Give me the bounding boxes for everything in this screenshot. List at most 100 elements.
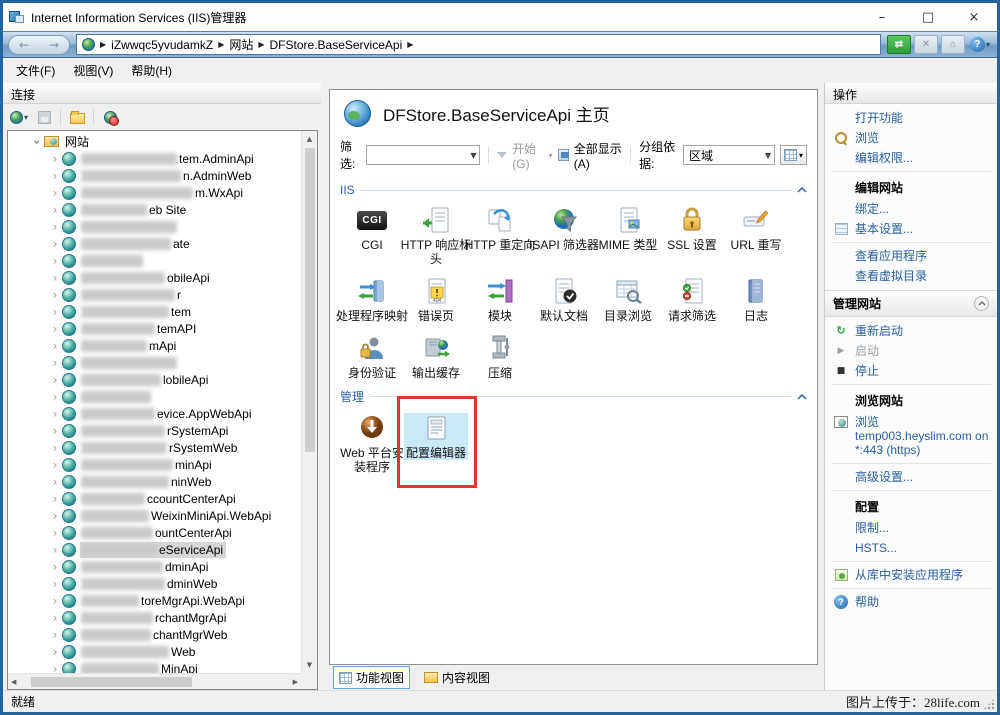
tree-item-label[interactable]: obileApi xyxy=(80,270,213,286)
chevron-collapsed-icon[interactable]: › xyxy=(50,322,60,336)
chevron-collapsed-icon[interactable]: › xyxy=(50,169,60,183)
tree-row[interactable]: › rSystemWeb xyxy=(8,439,301,456)
chevron-collapsed-icon[interactable]: › xyxy=(50,441,60,455)
tree-row[interactable]: › lobileApi xyxy=(8,371,301,388)
chevron-collapsed-icon[interactable]: › xyxy=(50,220,60,234)
delete-connection-icon[interactable] xyxy=(99,107,121,127)
feature-modules[interactable]: 模块 xyxy=(468,276,532,323)
tree-vertical-scrollbar[interactable]: ▲ ▼ xyxy=(301,131,317,673)
tree-root-websites[interactable]: ›网站 xyxy=(8,133,301,150)
tree-row[interactable]: ›ccountCenterApi xyxy=(8,490,301,507)
menu-item-1[interactable]: 视图(V) xyxy=(64,59,122,82)
feature-http-response-headers[interactable]: HTTP 响应标头 xyxy=(404,205,468,266)
action-link[interactable]: 打开功能 xyxy=(825,108,997,128)
collapse-group-icon[interactable] xyxy=(797,187,807,193)
feature-url-rewrite[interactable]: URL 重写 xyxy=(724,205,788,266)
feature-compression[interactable]: 压缩 xyxy=(468,333,532,380)
tree-row[interactable]: ›ate xyxy=(8,235,301,252)
group-by-select[interactable]: 区域▼ xyxy=(683,145,775,165)
feature-default-document[interactable]: 默认文档 xyxy=(532,276,596,323)
tree-row[interactable]: ›eb Site xyxy=(8,201,301,218)
action-link[interactable]: 绑定... xyxy=(825,199,997,219)
chevron-collapsed-icon[interactable]: › xyxy=(50,305,60,319)
tree-row[interactable]: › tem xyxy=(8,303,301,320)
feature-ssl-settings[interactable]: SSL 设置 xyxy=(660,205,724,266)
forward-icon[interactable]: → xyxy=(49,39,59,51)
chevron-collapsed-icon[interactable]: › xyxy=(50,645,60,659)
tree-item-label[interactable]: tem.AdminApi xyxy=(80,151,257,167)
scroll-thumb[interactable] xyxy=(305,148,315,452)
tree-item-label[interactable]: r xyxy=(80,287,184,303)
breadcrumb[interactable]: ▶iZwwqc5yvudamkZ▶网站▶DFStore.BaseServiceA… xyxy=(76,34,881,55)
feature-directory-browsing[interactable]: 目录浏览 xyxy=(596,276,660,323)
tree-row[interactable]: ›mApi xyxy=(8,337,301,354)
chevron-collapsed-icon[interactable]: › xyxy=(50,628,60,642)
close-button[interactable]: × xyxy=(951,3,997,31)
view-mode-button[interactable]: ▾ xyxy=(780,145,807,165)
tree-row[interactable]: › temAPI xyxy=(8,320,301,337)
tree-item-label[interactable] xyxy=(80,356,180,370)
chevron-collapsed-icon[interactable]: › xyxy=(50,662,60,674)
feature-web-platform-installer[interactable]: Web 平台安装程序 xyxy=(340,413,404,474)
scroll-up-icon[interactable]: ▲ xyxy=(304,131,315,147)
action-link[interactable]: 浏览 xyxy=(825,128,997,148)
chevron-collapsed-icon[interactable]: › xyxy=(50,356,60,370)
tree-item-label[interactable]: toreMgrApi.WebApi xyxy=(80,593,248,609)
scroll-left-icon[interactable]: ◀ xyxy=(8,674,19,690)
feature-mime-types[interactable]: MIME 类型 xyxy=(596,205,660,266)
tree-item-label[interactable]: lobileApi xyxy=(80,372,211,388)
tree-item-label[interactable]: ccountCenterApi xyxy=(80,491,239,507)
action-link[interactable]: 高级设置... xyxy=(825,467,997,487)
tree-row[interactable]: ›dminApi xyxy=(8,558,301,575)
tree-row[interactable]: ›rSystemApi xyxy=(8,422,301,439)
chevron-collapsed-icon[interactable]: › xyxy=(50,373,60,387)
chevron-collapsed-icon[interactable]: › xyxy=(50,186,60,200)
tree-item-label[interactable]: chantMgrWeb xyxy=(80,627,230,643)
tree-row[interactable]: ›ninWeb xyxy=(8,473,301,490)
up-level-icon[interactable] xyxy=(66,107,88,127)
filter-input[interactable]: ▼ xyxy=(366,145,481,165)
action-link[interactable]: 查看应用程序 xyxy=(825,246,997,266)
action-link[interactable]: 基本设置... xyxy=(825,219,997,239)
scroll-down-icon[interactable]: ▼ xyxy=(304,657,315,673)
create-connection-icon[interactable]: ▾ xyxy=(8,107,30,127)
chevron-collapsed-icon[interactable]: › xyxy=(50,475,60,489)
tree-horizontal-scrollbar[interactable]: ◀ ▶ xyxy=(8,673,301,689)
tree-row[interactable]: › tem.AdminApi xyxy=(8,150,301,167)
tree-item-label-selected[interactable]: eServiceApi xyxy=(80,542,226,558)
tree-row[interactable]: ›m.WxApi xyxy=(8,184,301,201)
tree-item-label[interactable] xyxy=(80,220,180,234)
chevron-collapsed-icon[interactable]: › xyxy=(50,526,60,540)
tree-item-label[interactable] xyxy=(80,390,154,404)
tree-item-label[interactable]: temAPI xyxy=(80,321,199,337)
chevron-collapsed-icon[interactable]: › xyxy=(50,152,60,166)
tree-row[interactable]: › obileApi xyxy=(8,269,301,286)
action-link[interactable]: ?帮助 xyxy=(825,592,997,612)
chevron-collapsed-icon[interactable]: › xyxy=(50,271,60,285)
menu-item-2[interactable]: 帮助(H) xyxy=(122,59,181,82)
tab-features-view[interactable]: 功能视图 xyxy=(333,666,410,689)
tree-item-label[interactable]: ountCenterApi xyxy=(80,525,235,541)
action-link[interactable]: 编辑权限... xyxy=(825,148,997,168)
breadcrumb-item[interactable]: iZwwqc5yvudamkZ xyxy=(111,38,213,52)
breadcrumb-item[interactable]: DFStore.BaseServiceApi xyxy=(270,38,403,52)
tree-row[interactable]: › xyxy=(8,252,301,269)
collapse-group-icon[interactable] xyxy=(797,394,807,400)
scroll-right-icon[interactable]: ▶ xyxy=(290,674,301,690)
tree-item-label[interactable]: MinApi xyxy=(80,661,201,674)
feature-configuration-editor[interactable]: 配置编辑器 xyxy=(404,413,468,460)
tree-row[interactable]: › chantMgrWeb xyxy=(8,626,301,643)
feature-cgi[interactable]: CGICGI xyxy=(340,205,404,266)
tree-item-label[interactable]: tem xyxy=(80,304,194,320)
tree-item-label[interactable]: minApi xyxy=(80,457,215,473)
tree-row[interactable]: ›rchantMgrApi xyxy=(8,609,301,626)
tree-row[interactable]: ›Web xyxy=(8,643,301,660)
tree-row[interactable]: › ountCenterApi xyxy=(8,524,301,541)
chevron-collapsed-icon[interactable]: › xyxy=(50,458,60,472)
chevron-collapsed-icon[interactable]: › xyxy=(50,407,60,421)
feature-isapi-filters[interactable]: ISAPI 筛选器 xyxy=(532,205,596,266)
tree-item-label[interactable]: evice.AppWebApi xyxy=(80,406,255,422)
tree-row[interactable]: ›dminWeb xyxy=(8,575,301,592)
tree-item-label[interactable]: rSystemApi xyxy=(80,423,231,439)
tree-item-label[interactable]: rSystemWeb xyxy=(80,440,240,456)
